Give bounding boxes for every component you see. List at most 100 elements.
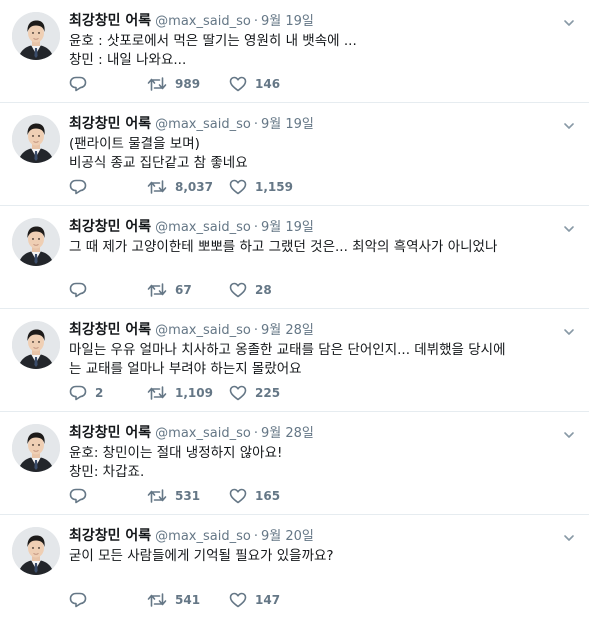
- reply-icon: [69, 592, 87, 608]
- reply-button[interactable]: [69, 76, 147, 92]
- reply-button[interactable]: [69, 282, 147, 298]
- tweet-text: 윤호: 창민이는 절대 냉정하지 않아요! 창민: 차갑죠.: [69, 444, 571, 482]
- profile-photo: [12, 527, 60, 575]
- retweet-icon: [147, 77, 167, 91]
- reply-button[interactable]: [69, 488, 147, 504]
- tweet-text: 그 때 제가 고양이한테 뽀뽀를 하고 그랬던 것은... 최악의 흑역사가 아…: [69, 238, 571, 257]
- retweet-icon: [147, 386, 167, 400]
- separator-dot: ·: [253, 323, 258, 338]
- profile-photo: [12, 424, 60, 472]
- like-count: 1,159: [255, 180, 293, 194]
- display-name[interactable]: 최강창민 어록: [69, 116, 151, 132]
- like-count: 147: [255, 593, 281, 607]
- tweet-date[interactable]: 9월 19일: [261, 117, 314, 132]
- chevron-down-icon[interactable]: [563, 220, 575, 232]
- tweet-actions: 67 28: [69, 281, 299, 299]
- reply-button[interactable]: [69, 592, 147, 608]
- tweet-date[interactable]: 9월 28일: [261, 426, 314, 441]
- tweet-date[interactable]: 9월 19일: [261, 220, 314, 235]
- avatar[interactable]: [12, 424, 60, 472]
- heart-icon: [229, 488, 247, 504]
- separator-dot: ·: [253, 426, 258, 441]
- like-button[interactable]: 165: [229, 488, 299, 504]
- tweet-text: (팬라이트 물결을 보며) 비공식 종교 집단같고 참 좋네요: [69, 135, 571, 173]
- reply-icon: [69, 282, 87, 298]
- username[interactable]: @max_said_so: [155, 426, 251, 441]
- tweet-actions: 531 165: [69, 487, 299, 505]
- retweet-count: 8,037: [175, 180, 213, 194]
- display-name[interactable]: 최강창민 어록: [69, 425, 151, 441]
- retweet-button[interactable]: 8,037: [147, 179, 229, 195]
- avatar[interactable]: [12, 12, 60, 60]
- chevron-down-icon[interactable]: [563, 426, 575, 438]
- chevron-down-icon[interactable]: [563, 14, 575, 26]
- username[interactable]: @max_said_so: [155, 529, 251, 544]
- tweet-header: 최강창민 어록 @max_said_so · 9월 19일: [69, 11, 559, 31]
- like-button[interactable]: 1,159: [229, 179, 299, 195]
- chevron-down-icon[interactable]: [563, 117, 575, 129]
- avatar[interactable]: [12, 218, 60, 266]
- tweet[interactable]: 최강창민 어록 @max_said_so · 9월 20일 굳이 모든 사람들에게 기…: [0, 515, 589, 618]
- like-button[interactable]: 28: [229, 282, 299, 298]
- tweet-text-line: 창민: 차갑죠.: [69, 464, 145, 480]
- display-name[interactable]: 최강창민 어록: [69, 528, 151, 544]
- reply-button[interactable]: 2: [69, 385, 147, 401]
- separator-dot: ·: [253, 220, 258, 235]
- retweet-button[interactable]: 989: [147, 76, 229, 92]
- tweet-date[interactable]: 9월 20일: [261, 529, 314, 544]
- timeline: 최강창민 어록 @max_said_so · 9월 19일 윤호 : 삿포로에서 먹은…: [0, 0, 589, 618]
- tweet[interactable]: 최강창민 어록 @max_said_so · 9월 19일 (팬라이트 물결을 보며)…: [0, 103, 589, 206]
- like-count: 165: [255, 489, 281, 503]
- tweet-text-line: (팬라이트 물결을 보며): [69, 136, 200, 152]
- username[interactable]: @max_said_so: [155, 14, 251, 29]
- tweet-actions: 8,037 1,159: [69, 178, 299, 196]
- like-button[interactable]: 225: [229, 385, 299, 401]
- separator-dot: ·: [253, 14, 258, 29]
- tweet-list: 최강창민 어록 @max_said_so · 9월 19일 윤호 : 삿포로에서 먹은…: [0, 0, 589, 618]
- retweet-button[interactable]: 531: [147, 488, 229, 504]
- chevron-down-icon[interactable]: [563, 323, 575, 335]
- tweet-text-line: 윤호: 창민이는 절대 냉정하지 않아요!: [69, 445, 283, 461]
- separator-dot: ·: [253, 117, 258, 132]
- tweet-text: 마일는 우유 얼마나 치사하고 옹졸한 교태를 담은 단어인지... 데뷔했을 …: [69, 341, 571, 379]
- display-name[interactable]: 최강창민 어록: [69, 13, 151, 29]
- tweet-header: 최강창민 어록 @max_said_so · 9월 28일: [69, 320, 559, 340]
- tweet[interactable]: 최강창민 어록 @max_said_so · 9월 19일 윤호 : 삿포로에서 먹은…: [0, 0, 589, 103]
- display-name[interactable]: 최강창민 어록: [69, 219, 151, 235]
- tweet-text-line: 마일는 우유 얼마나 치사하고 옹졸한 교태를 담은 단어인지... 데뷔했을 …: [69, 342, 506, 358]
- display-name[interactable]: 최강창민 어록: [69, 322, 151, 338]
- avatar[interactable]: [12, 321, 60, 369]
- profile-photo: [12, 12, 60, 60]
- separator-dot: ·: [253, 529, 258, 544]
- tweet-header: 최강창민 어록 @max_said_so · 9월 19일: [69, 217, 559, 237]
- chevron-down-icon[interactable]: [563, 529, 575, 541]
- username[interactable]: @max_said_so: [155, 117, 251, 132]
- tweet-text-line: 윤호 : 삿포로에서 먹은 딸기는 영원히 내 뱃속에 ...: [69, 33, 357, 49]
- tweet[interactable]: 최강창민 어록 @max_said_so · 9월 28일 윤호: 창민이는 절대 냉…: [0, 412, 589, 515]
- retweet-button[interactable]: 67: [147, 282, 229, 298]
- avatar[interactable]: [12, 527, 60, 575]
- retweet-icon: [147, 180, 167, 194]
- tweet-text-line: 는 교태를 얼마나 부려야 하는지 몰랐어요: [69, 361, 302, 377]
- tweet-header: 최강창민 어록 @max_said_so · 9월 20일: [69, 526, 559, 546]
- reply-icon: [69, 385, 87, 401]
- retweet-button[interactable]: 1,109: [147, 385, 229, 401]
- retweet-icon: [147, 283, 167, 297]
- username[interactable]: @max_said_so: [155, 323, 251, 338]
- tweet-date[interactable]: 9월 19일: [261, 14, 314, 29]
- retweet-button[interactable]: 541: [147, 592, 229, 608]
- tweet-actions: 541 147: [69, 591, 299, 609]
- username[interactable]: @max_said_so: [155, 220, 251, 235]
- retweet-icon: [147, 593, 167, 607]
- tweet-actions: 989 146: [69, 75, 299, 93]
- like-count: 225: [255, 386, 281, 400]
- retweet-count: 541: [175, 593, 201, 607]
- tweet[interactable]: 최강창민 어록 @max_said_so · 9월 19일 그 때 제가 고양이한테 …: [0, 206, 589, 309]
- like-button[interactable]: 147: [229, 592, 299, 608]
- tweet[interactable]: 최강창민 어록 @max_said_so · 9월 28일 마일는 우유 얼마나 치사…: [0, 309, 589, 412]
- tweet-date[interactable]: 9월 28일: [261, 323, 314, 338]
- reply-button[interactable]: [69, 179, 147, 195]
- like-button[interactable]: 146: [229, 76, 299, 92]
- like-count: 28: [255, 283, 272, 297]
- avatar[interactable]: [12, 115, 60, 163]
